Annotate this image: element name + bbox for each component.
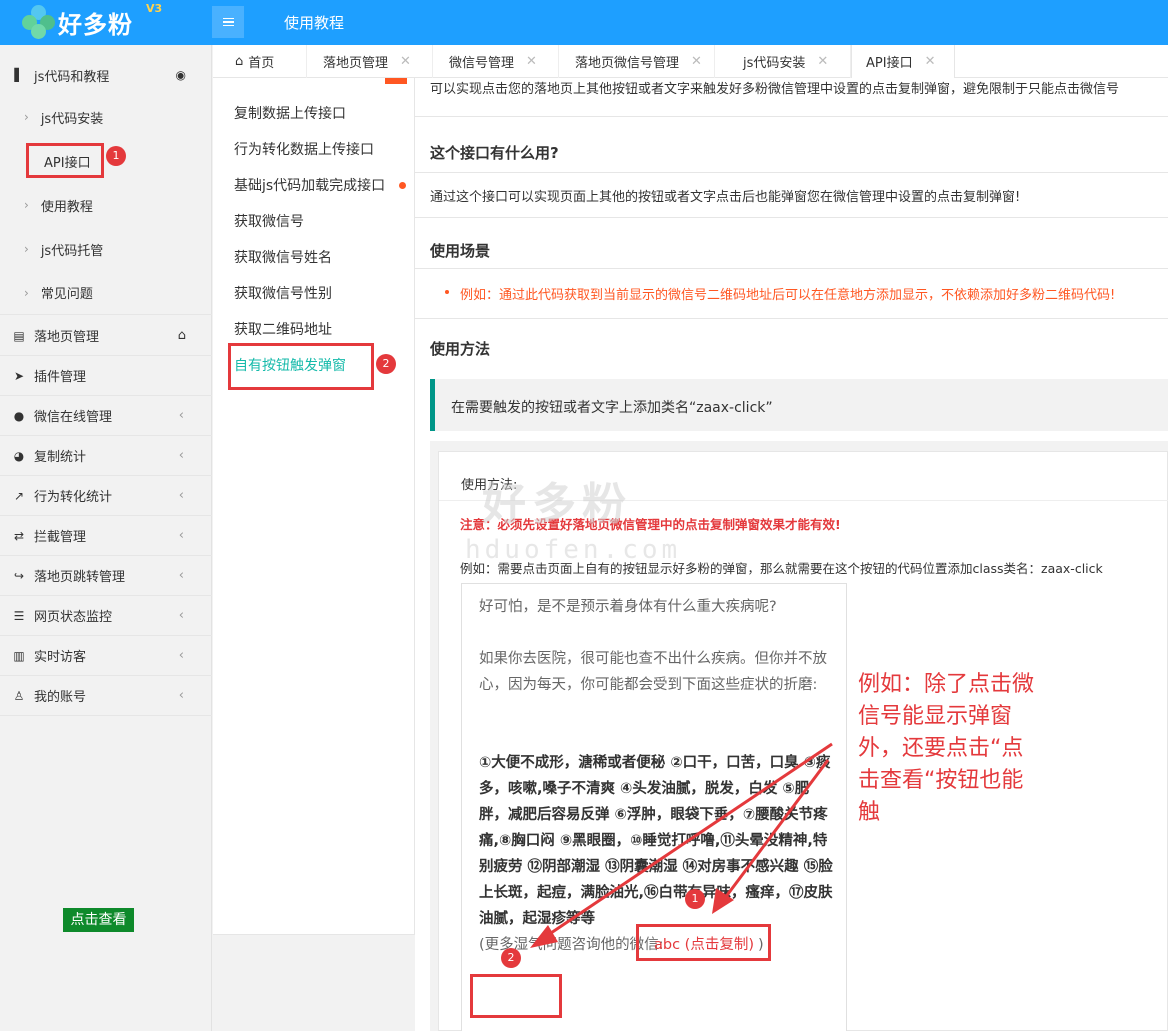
annotation-arrows — [530, 742, 833, 948]
step-badge: 1 — [685, 889, 705, 909]
step-badge: 2 — [501, 948, 521, 968]
arrow-head — [530, 925, 558, 948]
annotation-text: 例如：除了点击微信号能显示弹窗外，还要点击“点击查看“按钮也能触 — [858, 672, 1035, 825]
